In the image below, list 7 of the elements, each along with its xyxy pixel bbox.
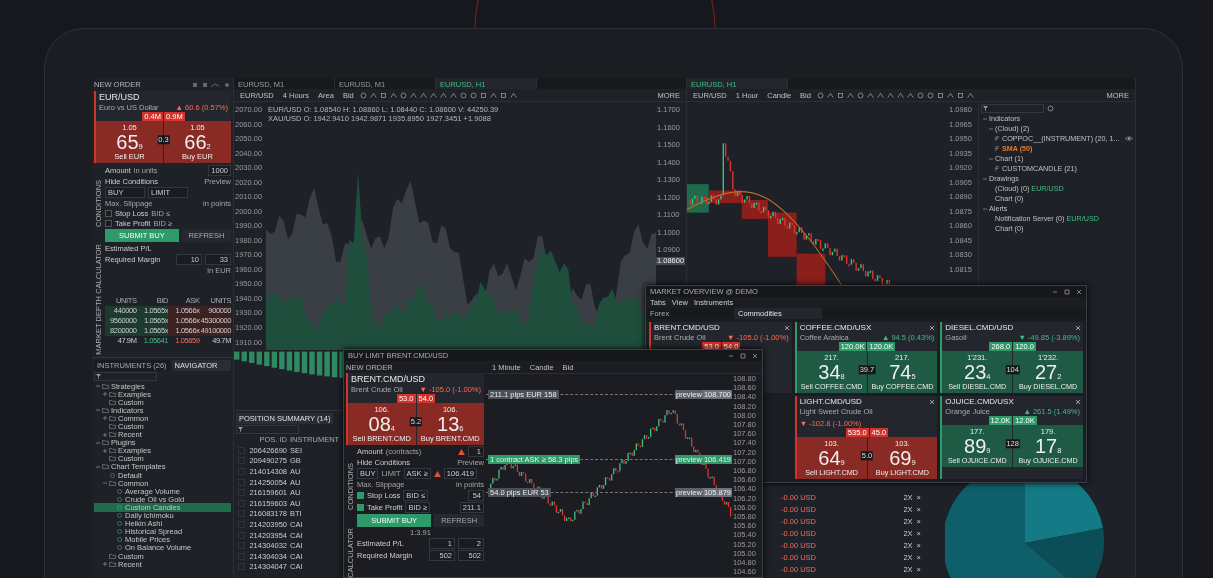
instrument-name: BRENT.CMD/USD xyxy=(654,323,720,332)
instrument-name: OJUICE.CMD/USX xyxy=(945,397,1014,406)
instrument-name: COFFEE.CMD/USX xyxy=(799,323,872,332)
instrument-name: DIESEL.CMD/USD xyxy=(945,323,1014,332)
instrument-name: EUR/USD xyxy=(99,92,140,102)
instrument-name: LIGHT.CMD/USD xyxy=(799,397,862,406)
instrument-name: BRENT.CMD/USD xyxy=(351,374,425,384)
